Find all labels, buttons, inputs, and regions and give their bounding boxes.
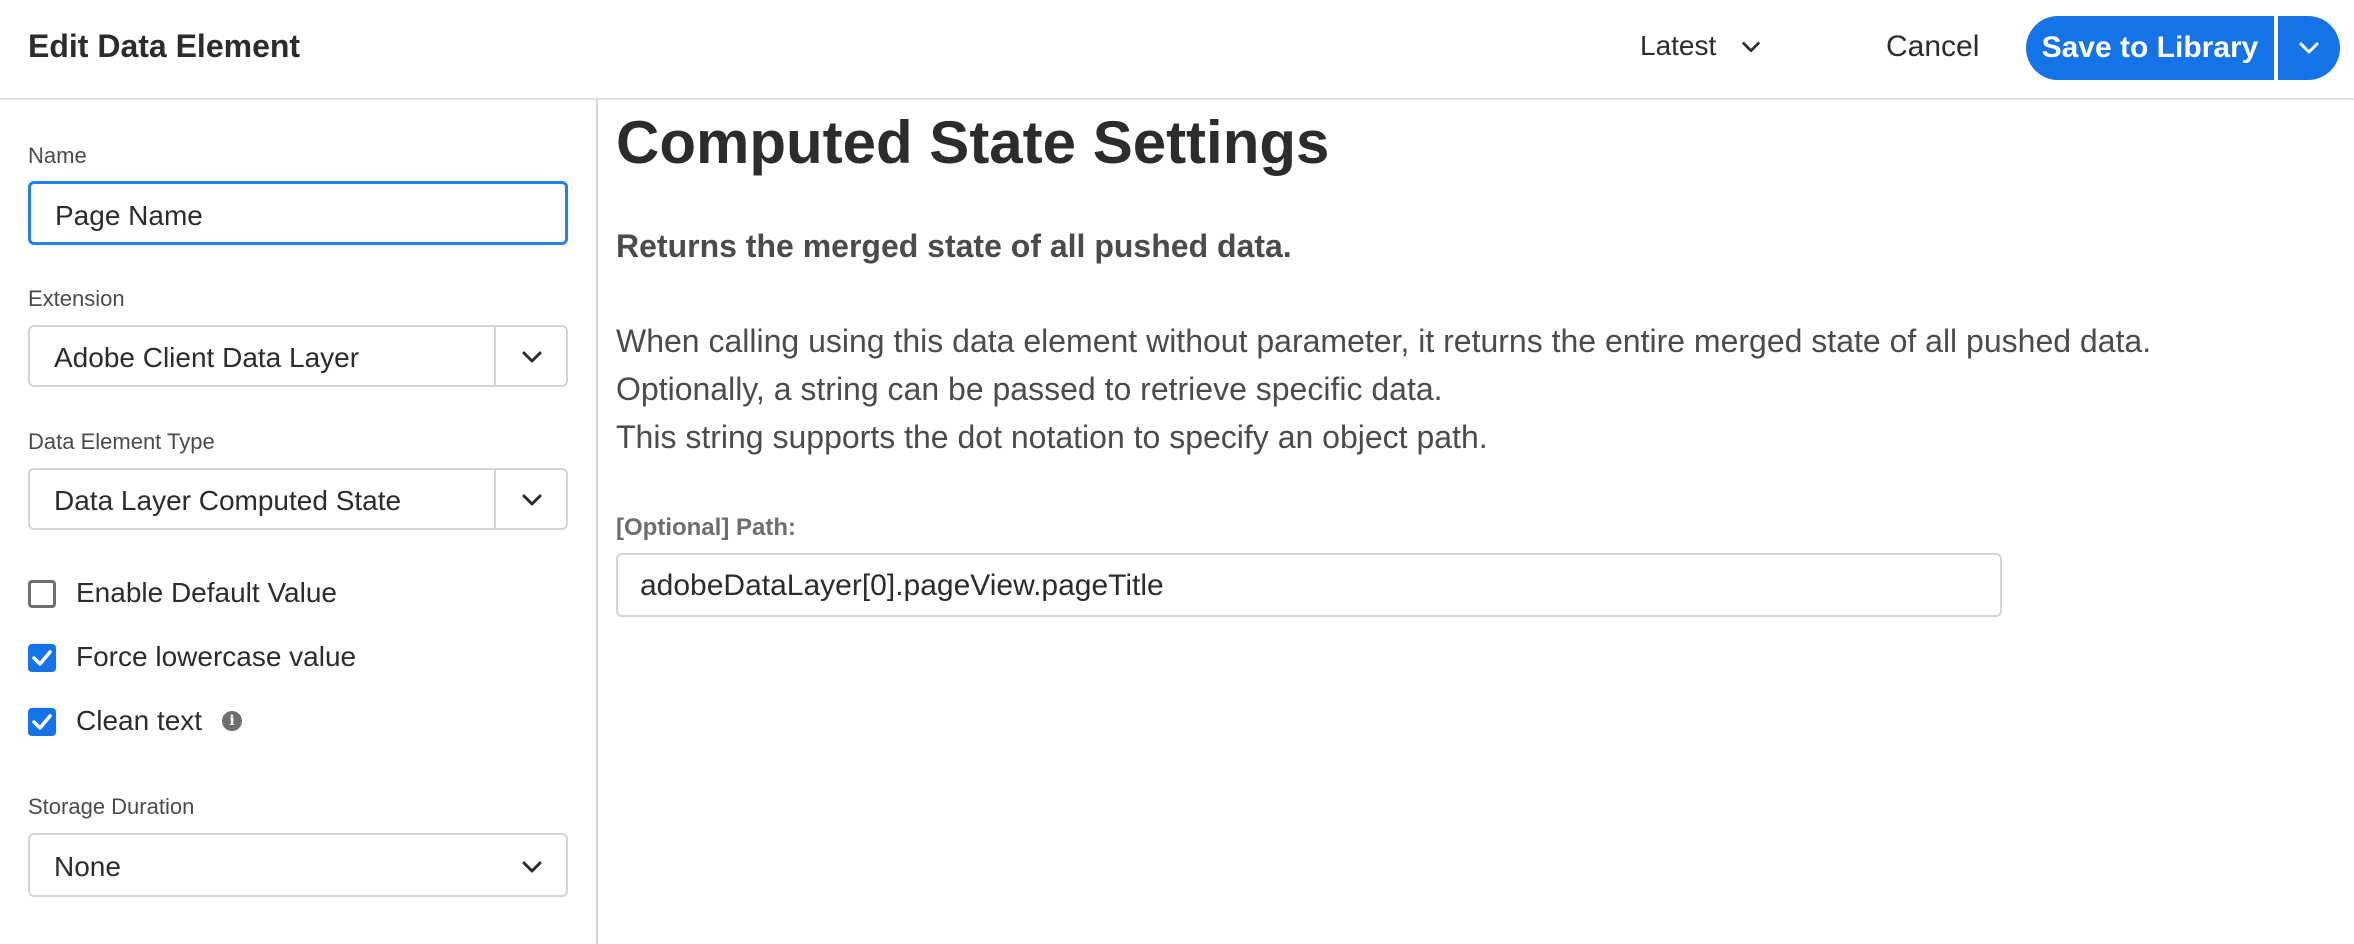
storage-duration-value: None [54, 851, 121, 882]
cancel-button[interactable]: Cancel [1886, 30, 1979, 64]
name-input[interactable]: Page Name [28, 181, 568, 245]
extension-select[interactable]: Adobe Client Data Layer [28, 325, 568, 387]
enable-default-value-label: Enable Default Value [76, 577, 337, 608]
path-input-value: adobeDataLayer[0].pageView.pageTitle [640, 569, 1164, 602]
checkmark-icon [32, 650, 52, 666]
description-line: This string supports the dot notation to… [616, 419, 1488, 455]
chevron-down-icon[interactable] [520, 488, 544, 512]
force-lowercase-label: Force lowercase value [76, 641, 357, 672]
enable-default-value-checkbox[interactable] [28, 580, 56, 608]
chevron-down-icon[interactable] [520, 855, 544, 879]
settings-subheading: Returns the merged state of all pushed d… [616, 228, 1292, 264]
storage-duration-select[interactable]: None [28, 833, 568, 897]
info-icon[interactable]: i [222, 711, 242, 731]
path-input[interactable]: adobeDataLayer[0].pageView.pageTitle [616, 553, 2002, 617]
clean-text-label: Clean text [76, 705, 203, 736]
force-lowercase-checkbox[interactable] [28, 644, 56, 672]
checkmark-icon [32, 714, 52, 730]
type-select[interactable]: Data Layer Computed State [28, 468, 568, 530]
select-divider [494, 327, 496, 385]
page-title: Edit Data Element [28, 28, 301, 64]
chevron-down-icon[interactable] [1740, 36, 1762, 58]
select-divider [494, 470, 496, 528]
clean-text-checkbox[interactable] [28, 708, 56, 736]
description-line: Optionally, a string can be passed to re… [616, 371, 1443, 407]
extension-label: Extension [28, 286, 125, 311]
settings-heading: Computed State Settings [616, 109, 1330, 176]
type-label: Data Element Type [28, 429, 215, 454]
name-label: Name [28, 143, 87, 168]
version-selector[interactable]: Latest [1640, 30, 1716, 62]
description-line: When calling using this data element wit… [616, 323, 2152, 359]
extension-value: Adobe Client Data Layer [54, 342, 360, 373]
type-value: Data Layer Computed State [54, 485, 402, 516]
header-bar: Edit Data Element Latest Cancel Save to … [0, 0, 2354, 100]
storage-duration-label: Storage Duration [28, 794, 195, 819]
save-to-library-button[interactable]: Save to Library [2026, 16, 2274, 80]
path-label: [Optional] Path: [616, 514, 796, 541]
chevron-down-icon[interactable] [520, 345, 544, 369]
save-options-button[interactable] [2278, 16, 2340, 80]
chevron-down-icon [2299, 42, 2319, 54]
name-input-value: Page Name [55, 200, 203, 231]
